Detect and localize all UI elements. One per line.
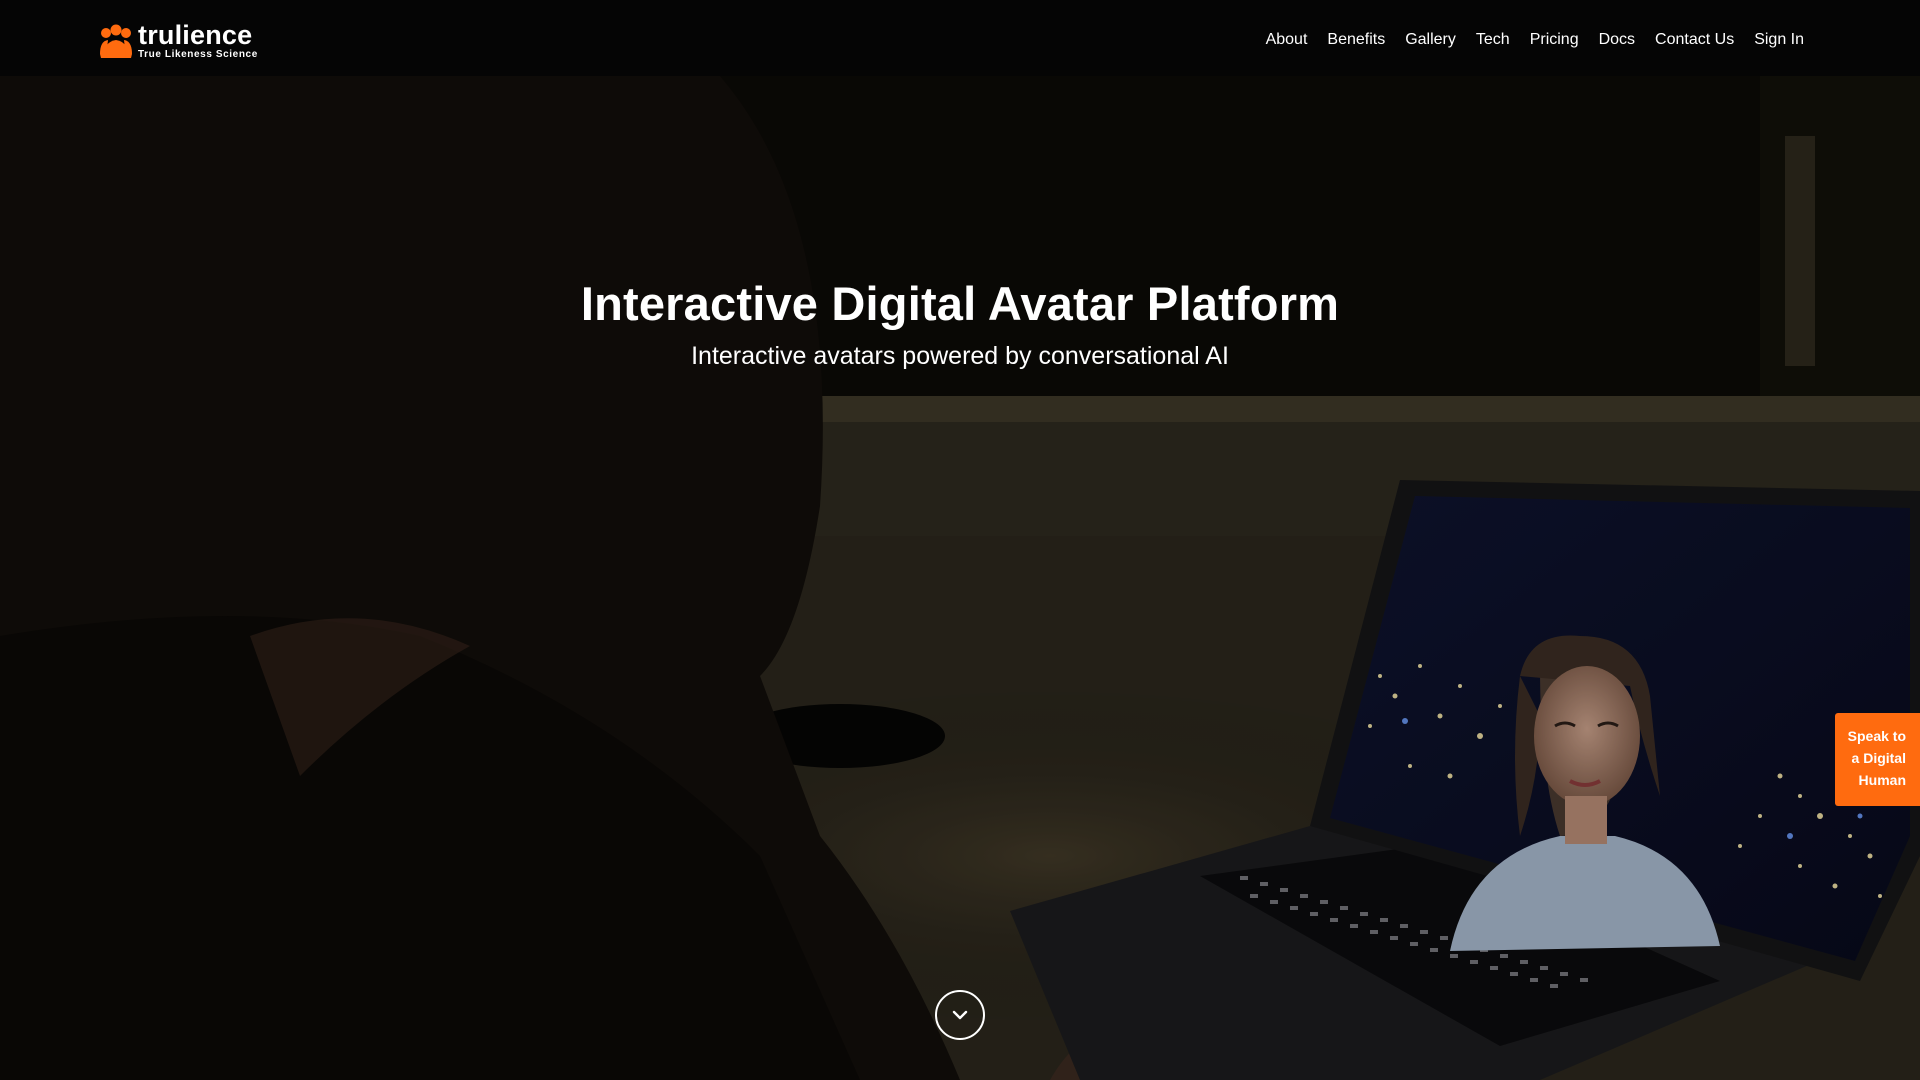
main-nav: About Benefits Gallery Tech Pricing Docs… [1256, 0, 1814, 80]
speak-button-line-1: Speak to [1847, 728, 1906, 744]
nav-item-tech[interactable]: Tech [1466, 0, 1520, 80]
nav-item-sign-in[interactable]: Sign In [1744, 0, 1814, 80]
brand-name: trulience [138, 20, 253, 50]
nav-item-gallery[interactable]: Gallery [1395, 0, 1466, 80]
brand-tagline: True Likeness Science [138, 49, 258, 60]
speak-to-digital-human-button[interactable]: Speak to a Digital Human [1835, 713, 1920, 806]
chevron-down-icon [952, 1010, 968, 1020]
hero-section: Interactive Digital Avatar Platform Inte… [0, 76, 1920, 1080]
nav-item-about[interactable]: About [1256, 0, 1318, 80]
scroll-down-button[interactable] [935, 990, 985, 1040]
site-header: trulience True Likeness Science About Be… [0, 0, 1920, 76]
hero-subtitle: Interactive avatars powered by conversat… [691, 342, 1229, 370]
brand-logo[interactable]: trulience True Likeness Science [100, 22, 258, 60]
nav-item-pricing[interactable]: Pricing [1520, 0, 1589, 80]
page: trulience True Likeness Science About Be… [0, 0, 1920, 1080]
nav-item-benefits[interactable]: Benefits [1317, 0, 1395, 80]
nav-item-docs[interactable]: Docs [1589, 0, 1645, 80]
hero-title: Interactive Digital Avatar Platform [580, 277, 1340, 330]
hero-dim-overlay [0, 76, 1920, 1080]
logo-people-icon [100, 24, 132, 58]
speak-button-line-3: Human [1858, 772, 1906, 788]
nav-item-contact-us[interactable]: Contact Us [1645, 0, 1744, 80]
speak-button-line-2: a Digital [1851, 750, 1906, 766]
